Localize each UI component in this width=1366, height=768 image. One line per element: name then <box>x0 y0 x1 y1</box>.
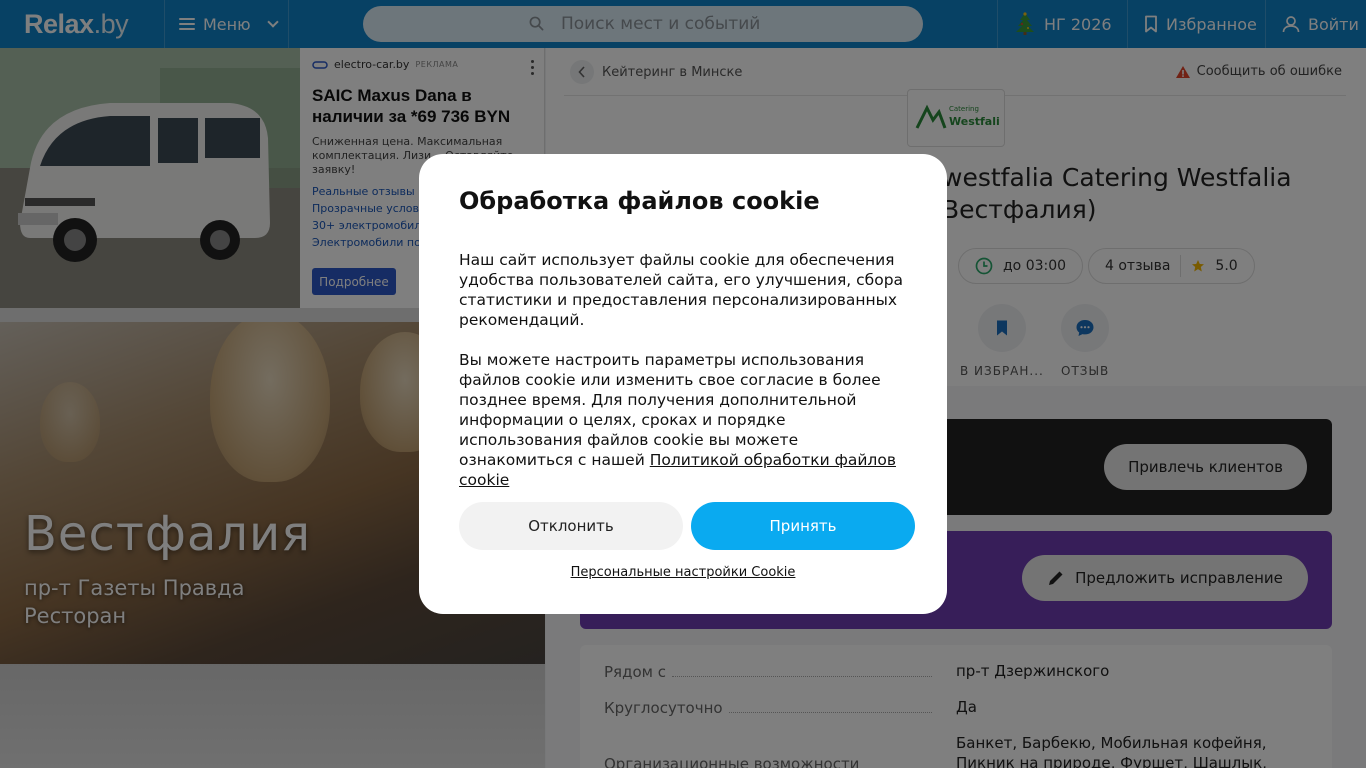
cookie-title: Обработка файлов cookie <box>459 187 820 215</box>
accept-button[interactable]: Принять <box>691 502 915 550</box>
cookie-text: Наш сайт использует файлы cookie для обе… <box>459 250 911 490</box>
personal-settings-link[interactable]: Персональные настройки Cookie <box>419 565 947 580</box>
cookie-dialog: Обработка файлов cookie Наш сайт использ… <box>419 154 947 614</box>
decline-button[interactable]: Отклонить <box>459 502 683 550</box>
cookie-paragraph-1: Наш сайт использует файлы cookie для обе… <box>459 251 904 329</box>
cookie-paragraph-2: Вы можете настроить параметры использова… <box>459 350 911 490</box>
